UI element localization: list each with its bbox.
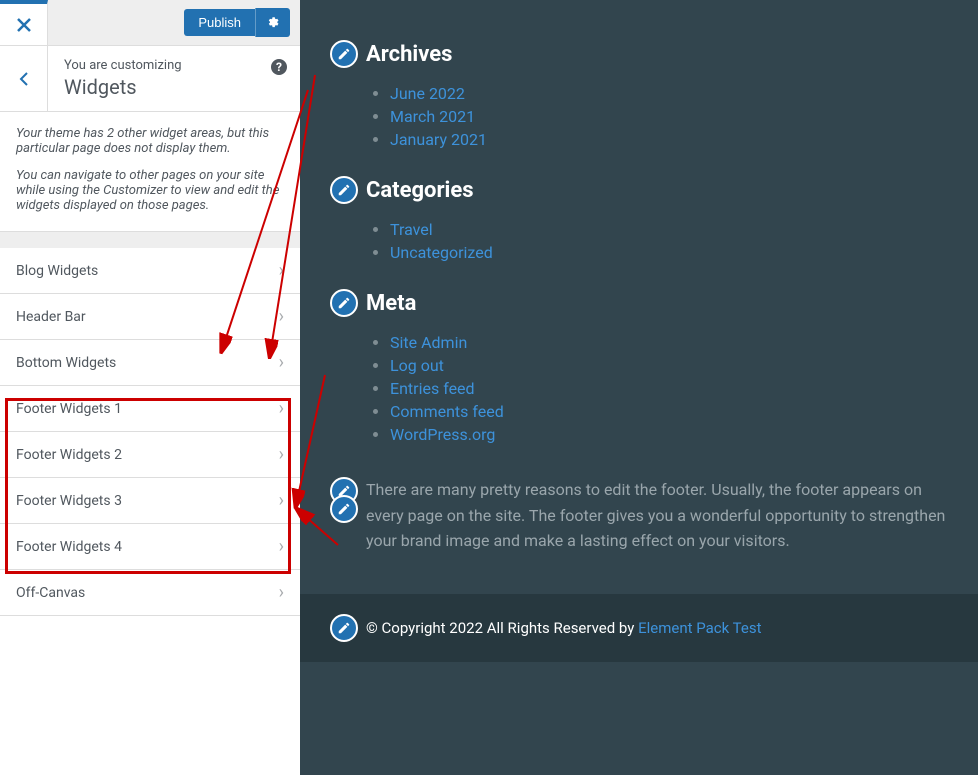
panel-title-wrap: You are customizing Widgets ?: [48, 46, 300, 111]
copyright-text: © Copyright 2022 All Rights Reserved by …: [366, 619, 761, 637]
pencil-icon: [337, 621, 351, 635]
customizer-sidebar: Publish You are customizing Widgets ? Yo…: [0, 0, 300, 775]
widget-area-footer-1[interactable]: Footer Widgets 1›: [0, 386, 300, 432]
sidebar-top: Publish: [0, 0, 300, 46]
widget-area-bottom[interactable]: Bottom Widgets›: [0, 340, 300, 386]
copyright-link[interactable]: Element Pack Test: [638, 619, 761, 637]
list-item: Site Admin: [390, 331, 948, 354]
categories-widget-header: Categories: [330, 176, 948, 204]
list-item: Travel: [390, 218, 948, 241]
back-button[interactable]: [0, 46, 48, 111]
chevron-right-icon: ›: [279, 398, 284, 419]
meta-widget-header: Meta: [330, 289, 948, 317]
edit-shortcut-meta[interactable]: [330, 289, 358, 317]
pencil-icon: [337, 183, 351, 197]
archives-widget-header: Archives: [330, 40, 948, 68]
chevron-right-icon: ›: [279, 352, 284, 373]
category-link[interactable]: Uncategorized: [390, 243, 493, 262]
categories-list: Travel Uncategorized: [390, 218, 948, 264]
meta-link[interactable]: WordPress.org: [390, 425, 495, 444]
panel-header: You are customizing Widgets ?: [0, 46, 300, 112]
help-button[interactable]: ?: [270, 58, 288, 76]
list-item: WordPress.org: [390, 423, 948, 446]
widget-area-off-canvas[interactable]: Off-Canvas›: [0, 570, 300, 616]
archive-link[interactable]: June 2022: [390, 84, 465, 103]
edit-shortcut-archives[interactable]: [330, 40, 358, 68]
close-button[interactable]: [0, 0, 48, 45]
category-link[interactable]: Travel: [390, 220, 433, 239]
help-icon: ?: [270, 58, 288, 76]
panel-title: Widgets: [64, 75, 284, 99]
description-p1: Your theme has 2 other widget areas, but…: [16, 126, 284, 156]
panel-description: Your theme has 2 other widget areas, but…: [0, 112, 300, 232]
edit-shortcut-categories[interactable]: [330, 176, 358, 204]
list-item: March 2021: [390, 105, 948, 128]
edit-shortcut-copyright[interactable]: [330, 614, 358, 642]
pencil-icon: [337, 47, 351, 61]
chevron-right-icon: ›: [279, 260, 284, 281]
list-item: Comments feed: [390, 400, 948, 423]
list-item: Log out: [390, 354, 948, 377]
text-widget-content: There are many pretty reasons to edit th…: [366, 477, 948, 554]
chevron-right-icon: ›: [279, 444, 284, 465]
meta-link[interactable]: Comments feed: [390, 402, 504, 421]
widget-area-footer-2[interactable]: Footer Widgets 2›: [0, 432, 300, 478]
close-icon: [17, 18, 31, 32]
chevron-right-icon: ›: [279, 490, 284, 511]
widget-area-footer-3[interactable]: Footer Widgets 3›: [0, 478, 300, 524]
spacer: [0, 232, 300, 248]
edit-shortcut-stack: [330, 477, 358, 519]
edit-shortcut-text-2[interactable]: [330, 495, 358, 523]
preview-pane: Archives June 2022 March 2021 January 20…: [300, 0, 978, 775]
widget-area-list: Blog Widgets› Header Bar› Bottom Widgets…: [0, 248, 300, 616]
meta-link[interactable]: Entries feed: [390, 379, 475, 398]
meta-list: Site Admin Log out Entries feed Comments…: [390, 331, 948, 446]
gear-icon: [266, 14, 280, 28]
pencil-icon: [337, 502, 351, 516]
meta-title: Meta: [366, 291, 416, 316]
list-item: January 2021: [390, 128, 948, 151]
list-item: Entries feed: [390, 377, 948, 400]
customizing-label: You are customizing: [64, 58, 284, 73]
list-item: Uncategorized: [390, 241, 948, 264]
chevron-right-icon: ›: [279, 582, 284, 603]
widget-area-footer-4[interactable]: Footer Widgets 4›: [0, 524, 300, 570]
chevron-left-icon: [19, 71, 29, 87]
meta-link[interactable]: Log out: [390, 356, 444, 375]
chevron-right-icon: ›: [279, 536, 284, 557]
svg-text:?: ?: [276, 60, 282, 74]
list-item: June 2022: [390, 82, 948, 105]
widget-area-header-bar[interactable]: Header Bar›: [0, 294, 300, 340]
categories-title: Categories: [366, 178, 474, 203]
description-p2: You can navigate to other pages on your …: [16, 168, 284, 213]
archives-title: Archives: [366, 42, 452, 67]
footer-copyright: © Copyright 2022 All Rights Reserved by …: [300, 594, 978, 662]
publish-button[interactable]: Publish: [184, 9, 255, 36]
archive-link[interactable]: January 2021: [390, 130, 487, 149]
publish-area: Publish: [48, 0, 300, 45]
text-widget: There are many pretty reasons to edit th…: [330, 477, 948, 554]
archive-link[interactable]: March 2021: [390, 107, 475, 126]
publish-settings-button[interactable]: [255, 8, 290, 37]
archives-list: June 2022 March 2021 January 2021: [390, 82, 948, 151]
widget-area-blog[interactable]: Blog Widgets›: [0, 248, 300, 294]
chevron-right-icon: ›: [279, 306, 284, 327]
pencil-icon: [337, 296, 351, 310]
meta-link[interactable]: Site Admin: [390, 333, 467, 352]
